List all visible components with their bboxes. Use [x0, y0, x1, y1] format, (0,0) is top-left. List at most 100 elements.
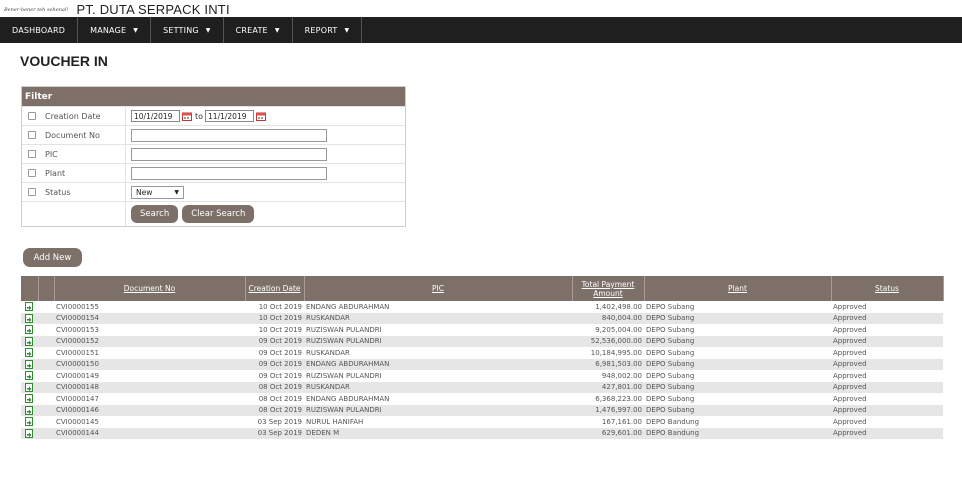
status-cell: New ▼	[126, 183, 405, 201]
table-row[interactable]: CVI0000145 03 Sep 2019 NURUL HANIFAH 167,16…	[21, 416, 943, 428]
status-cell: Approved	[831, 335, 943, 347]
page-title: VOUCHER IN	[20, 53, 108, 69]
filter-buttons-spacer	[22, 202, 126, 226]
plant-input[interactable]	[131, 166, 327, 180]
search-button[interactable]: Search	[131, 205, 179, 223]
table-row[interactable]: CVI0000155 10 Oct 2019 ENDANG ABDURAHMAN 1,…	[21, 301, 943, 313]
header-document-no[interactable]: Document No	[54, 276, 246, 301]
nav-create[interactable]: CREATE ▼	[224, 17, 293, 43]
pic-input[interactable]	[131, 147, 327, 161]
status-cell: Approved	[831, 404, 943, 416]
status-label: Status	[45, 187, 71, 197]
nav-create-label: CREATE	[235, 25, 268, 35]
view-doc-icon[interactable]	[25, 428, 34, 438]
filter-document-no-cell: Document No	[22, 126, 126, 144]
table-row[interactable]: CVI0000154 10 Oct 2019 RUSKANDAR 840,004.00…	[21, 312, 943, 324]
nav-manage[interactable]: MANAGE ▼	[78, 17, 152, 43]
status-checkbox[interactable]	[28, 188, 36, 196]
total-payment-cell: 167,161.00	[601, 417, 642, 426]
document-no-checkbox[interactable]	[28, 131, 36, 139]
view-doc-icon[interactable]	[25, 405, 34, 415]
status-cell: Approved	[831, 358, 943, 370]
plant-checkbox[interactable]	[28, 169, 36, 177]
header-status[interactable]: Status	[831, 276, 944, 301]
caret-down-icon: ▼	[133, 26, 139, 34]
header-total-payment[interactable]: Total Payment Amount	[572, 276, 645, 301]
calendar-icon[interactable]	[256, 112, 267, 121]
plant-cell: DEPO Bandung	[644, 427, 831, 439]
document-no-input[interactable]	[131, 128, 327, 142]
view-doc-icon[interactable]	[25, 394, 34, 404]
filter-row-pic: PIC	[22, 144, 405, 163]
company-tagline: Bener-bener teh sehenal!	[4, 7, 69, 13]
filter-plant-cell: Plant	[22, 164, 126, 182]
view-doc-icon[interactable]	[25, 325, 34, 335]
status-select[interactable]: New ▼	[131, 185, 184, 199]
creation-date-label: Creation Date	[45, 111, 101, 121]
filter-row-document-no: Document No	[22, 125, 405, 144]
date-from-input[interactable]: 10/1/2019	[131, 110, 180, 122]
view-doc-icon[interactable]	[25, 302, 34, 312]
plant-cell: DEPO Subang	[646, 348, 695, 357]
caret-down-icon: ▼	[344, 26, 350, 34]
total-payment-cell: 629,601.00	[572, 427, 644, 439]
pic-label: PIC	[45, 149, 58, 159]
header-plant[interactable]: Plant	[644, 276, 832, 301]
row-blank-cell	[38, 370, 54, 382]
plant-cell: DEPO Subang	[644, 312, 831, 324]
header-icon-col	[21, 276, 39, 301]
table-row[interactable]: CVI0000149 09 Oct 2019 RUZISWAN PULANDRI 94…	[21, 370, 943, 382]
creation-date-cell: 10 Oct 2019	[258, 325, 302, 334]
total-payment-cell: 840,004.00	[572, 312, 644, 324]
table-row[interactable]: CVI0000153 10 Oct 2019 RUZISWAN PULANDRI 9,…	[21, 324, 943, 336]
plant-cell: DEPO Subang	[646, 371, 695, 380]
row-blank-cell	[38, 347, 54, 359]
status-cell: Approved	[833, 371, 867, 380]
pic-cell: RUSKANDAR	[304, 381, 572, 393]
table-row[interactable]: CVI0000152 09 Oct 2019 RUZISWAN PULANDRI 52…	[21, 335, 943, 347]
plant-cell: DEPO Subang	[646, 325, 695, 334]
creation-date-checkbox[interactable]	[28, 112, 36, 120]
pic-cell: RUZISWAN PULANDRI	[306, 325, 382, 334]
date-to-input[interactable]: 11/1/2019	[205, 110, 255, 122]
status-cell: Approved	[833, 325, 867, 334]
table-row[interactable]: CVI0000150 09 Oct 2019 ENDANG ABDURAHMAN 6,…	[21, 358, 943, 370]
creation-date-cell: 08 Oct 2019	[245, 381, 304, 393]
row-blank-cell	[38, 381, 54, 393]
document-no-cell: CVI0000152	[54, 335, 245, 347]
row-blank-cell	[38, 358, 54, 370]
view-doc-icon[interactable]	[25, 417, 34, 427]
plant-cell: DEPO Subang	[644, 335, 831, 347]
nav-report[interactable]: REPORT ▼	[293, 17, 363, 43]
table-row[interactable]: CVI0000147 08 Oct 2019 ENDANG ABDURAHMAN 6,…	[21, 393, 943, 405]
pic-checkbox[interactable]	[28, 150, 36, 158]
table-row[interactable]: CVI0000148 08 Oct 2019 RUSKANDAR 427,801.00…	[21, 381, 943, 393]
view-doc-icon[interactable]	[25, 371, 34, 381]
row-blank-cell	[38, 335, 54, 347]
filter-pic-cell: PIC	[22, 145, 126, 163]
table-row[interactable]: CVI0000146 08 Oct 2019 RUZISWAN PULANDRI 1,…	[21, 404, 943, 416]
filter-buttons-cell: Search Clear Search	[126, 202, 405, 226]
document-no-cell: CVI0000150	[54, 358, 245, 370]
pic-cell: RUZISWAN PULANDRI	[304, 335, 572, 347]
view-doc-icon[interactable]	[25, 348, 34, 358]
add-new-button[interactable]: Add New	[23, 248, 82, 267]
clear-search-button[interactable]: Clear Search	[182, 205, 255, 223]
view-doc-icon[interactable]	[25, 336, 34, 346]
nav-setting[interactable]: SETTING ▼	[151, 17, 224, 43]
filter-row-buttons: Search Clear Search	[22, 201, 405, 226]
table-header-row: Document No Creation Date PIC Total Paym…	[21, 276, 944, 301]
view-icon-cell	[21, 312, 38, 324]
header-pic[interactable]: PIC	[304, 276, 573, 301]
nav-dashboard[interactable]: DASHBOARD	[0, 17, 79, 43]
calendar-icon[interactable]	[182, 112, 192, 121]
header-creation-date[interactable]: Creation Date	[245, 276, 305, 301]
view-doc-icon[interactable]	[25, 359, 34, 369]
view-doc-icon[interactable]	[25, 382, 34, 392]
total-payment-cell: 6,981,503.00	[572, 358, 644, 370]
nav-manage-label: MANAGE	[90, 25, 127, 35]
table-row[interactable]: CVI0000151 09 Oct 2019 RUSKANDAR 10,184,995…	[21, 347, 943, 359]
view-doc-icon[interactable]	[25, 313, 34, 323]
status-cell: Approved	[833, 394, 867, 403]
table-row[interactable]: CVI0000144 03 Sep 2019 DEDEN M 629,601.00 DE…	[21, 427, 943, 439]
